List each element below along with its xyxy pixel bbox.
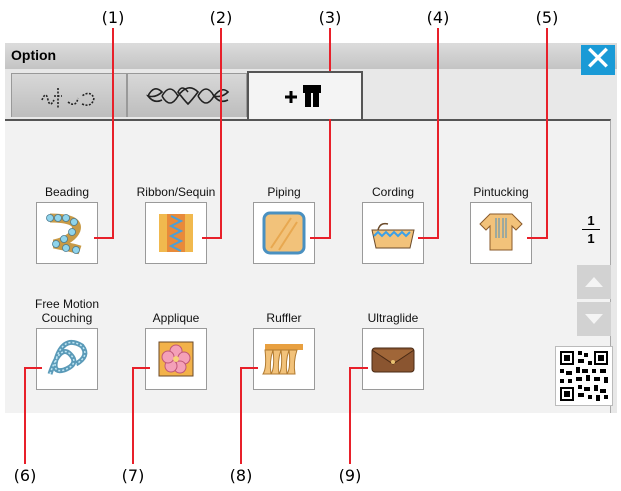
applique-label: Applique	[152, 311, 200, 325]
couching-label-line1: Free Motion	[34, 297, 100, 311]
piping-icon	[262, 211, 306, 255]
cording-label: Cording	[371, 185, 415, 199]
presser-foot-plus-icon	[285, 85, 321, 107]
close-icon: ✕	[583, 40, 613, 78]
pintucking-icon	[479, 213, 523, 251]
stitch-sample-tab[interactable]	[11, 73, 127, 117]
applique-button[interactable]	[145, 328, 207, 390]
cording-icon	[371, 222, 415, 249]
ultraglide-button[interactable]	[362, 328, 424, 390]
piping-label: Piping	[267, 185, 301, 199]
option-cording[interactable]: Cording	[348, 185, 438, 264]
option-piping[interactable]: Piping	[239, 185, 329, 264]
option-pintucking[interactable]: Pintucking	[456, 185, 546, 264]
beading-label: Beading	[44, 185, 90, 199]
title-bar: Option	[5, 43, 617, 69]
callout-1: (1)	[101, 8, 125, 27]
cording-button[interactable]	[362, 202, 424, 264]
ribbon-sequin-label: Ribbon/Sequin	[136, 185, 216, 199]
beading-icon	[46, 213, 82, 255]
pintucking-button[interactable]	[470, 202, 532, 264]
callout-4: (4)	[426, 8, 450, 27]
ruffler-icon	[262, 344, 303, 375]
ribbon-sequin-icon	[159, 214, 193, 252]
ultraglide-icon	[371, 347, 415, 373]
heart-flourish-icon	[146, 87, 230, 106]
callout-6: (6)	[13, 466, 37, 485]
arrow-up-icon	[585, 277, 603, 287]
option-ultraglide[interactable]: Ultraglide	[348, 311, 438, 390]
ruffler-label: Ruffler	[266, 311, 302, 325]
callout-3: (3)	[318, 8, 342, 27]
ultraglide-label: Ultraglide	[367, 311, 419, 325]
callout-2: (2)	[209, 8, 233, 27]
ruffler-button[interactable]	[253, 328, 315, 390]
option-beading[interactable]: Beading	[22, 185, 112, 264]
sewing-letters-icon	[41, 88, 95, 108]
callout-5: (5)	[535, 8, 559, 27]
window-title: Option	[11, 47, 57, 63]
qr-code-icon	[560, 351, 608, 401]
option-ruffler[interactable]: Ruffler	[239, 311, 329, 390]
option-feet-tab[interactable]	[247, 71, 363, 119]
piping-button[interactable]	[253, 202, 315, 264]
option-ribbon-sequin[interactable]: Ribbon/Sequin	[131, 185, 221, 264]
couching-button[interactable]	[36, 328, 98, 390]
callout-9: (9)	[338, 466, 362, 485]
page-divider	[582, 229, 600, 230]
page-current: 1	[587, 213, 595, 228]
couching-label: Couching	[41, 311, 93, 325]
qr-code-button[interactable]	[555, 346, 613, 406]
applique-icon	[158, 341, 194, 377]
pintucking-label: Pintucking	[473, 185, 529, 199]
callout-7: (7)	[121, 466, 145, 485]
decorative-stitch-tab[interactable]	[127, 73, 247, 117]
option-applique[interactable]: Applique	[131, 311, 221, 390]
page-down-button[interactable]	[577, 302, 611, 336]
couching-icon	[47, 339, 88, 375]
page-up-button[interactable]	[577, 265, 611, 299]
beading-button[interactable]	[36, 202, 98, 264]
close-button[interactable]: ✕	[581, 42, 615, 76]
page-indicator: 1 1	[580, 213, 602, 246]
page-total: 1	[587, 231, 595, 246]
arrow-down-icon	[585, 314, 603, 324]
option-couching[interactable]: Free Motion Couching	[22, 297, 112, 390]
ribbon-sequin-button[interactable]	[145, 202, 207, 264]
callout-8: (8)	[229, 466, 253, 485]
